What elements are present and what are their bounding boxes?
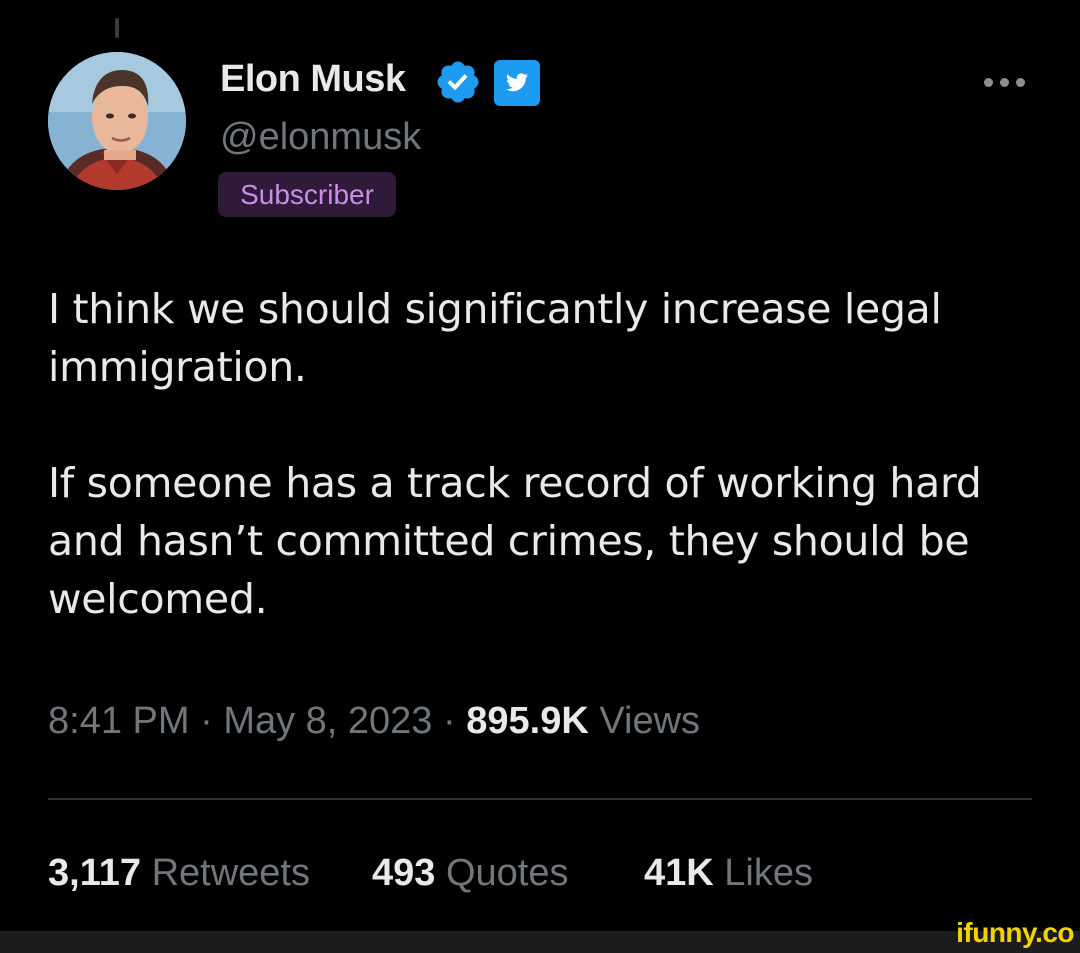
ifunny-watermark: ifunny.co	[956, 917, 1074, 948]
quotes-stat[interactable]: 493 Quotes	[372, 852, 569, 895]
likes-stat[interactable]: 41K Likes	[644, 852, 813, 895]
more-options-button[interactable]	[980, 66, 1030, 96]
more-dot-icon	[984, 78, 993, 87]
meta-separator: ·	[443, 700, 456, 742]
author-handle[interactable]: @elonmusk	[220, 116, 421, 159]
divider	[48, 798, 1032, 800]
quotes-label: Quotes	[445, 852, 569, 894]
tweet-date[interactable]: May 8, 2023	[223, 700, 432, 742]
tweet-body: I think we should significantly increase…	[48, 280, 1048, 628]
views-count: 895.9K	[466, 700, 589, 742]
retweets-count: 3,117	[48, 852, 141, 894]
tweet-metadata: 8:41 PM · May 8, 2023 · 895.9K Views	[48, 700, 700, 743]
author-display-name[interactable]: Elon Musk	[220, 58, 406, 101]
subscriber-badge: Subscriber	[218, 172, 396, 217]
views-label: Views	[599, 700, 701, 742]
tweet-paragraph: If someone has a track record of working…	[48, 459, 982, 623]
footer-bar	[0, 931, 1080, 953]
quotes-count: 493	[372, 852, 436, 894]
more-dot-icon	[1000, 78, 1009, 87]
likes-label: Likes	[724, 852, 813, 894]
verified-check-icon[interactable]	[434, 58, 482, 106]
twitter-bird-icon[interactable]	[494, 60, 540, 106]
likes-count: 41K	[644, 852, 714, 894]
retweets-label: Retweets	[151, 852, 310, 894]
meta-separator: ·	[200, 700, 213, 742]
thread-connector-line	[115, 18, 119, 38]
more-dot-icon	[1016, 78, 1025, 87]
tweet-time[interactable]: 8:41 PM	[48, 700, 190, 742]
retweets-stat[interactable]: 3,117 Retweets	[48, 852, 310, 895]
tweet-paragraph: I think we should significantly increase…	[48, 285, 942, 391]
avatar-photo	[48, 52, 186, 190]
author-avatar[interactable]	[48, 52, 186, 190]
